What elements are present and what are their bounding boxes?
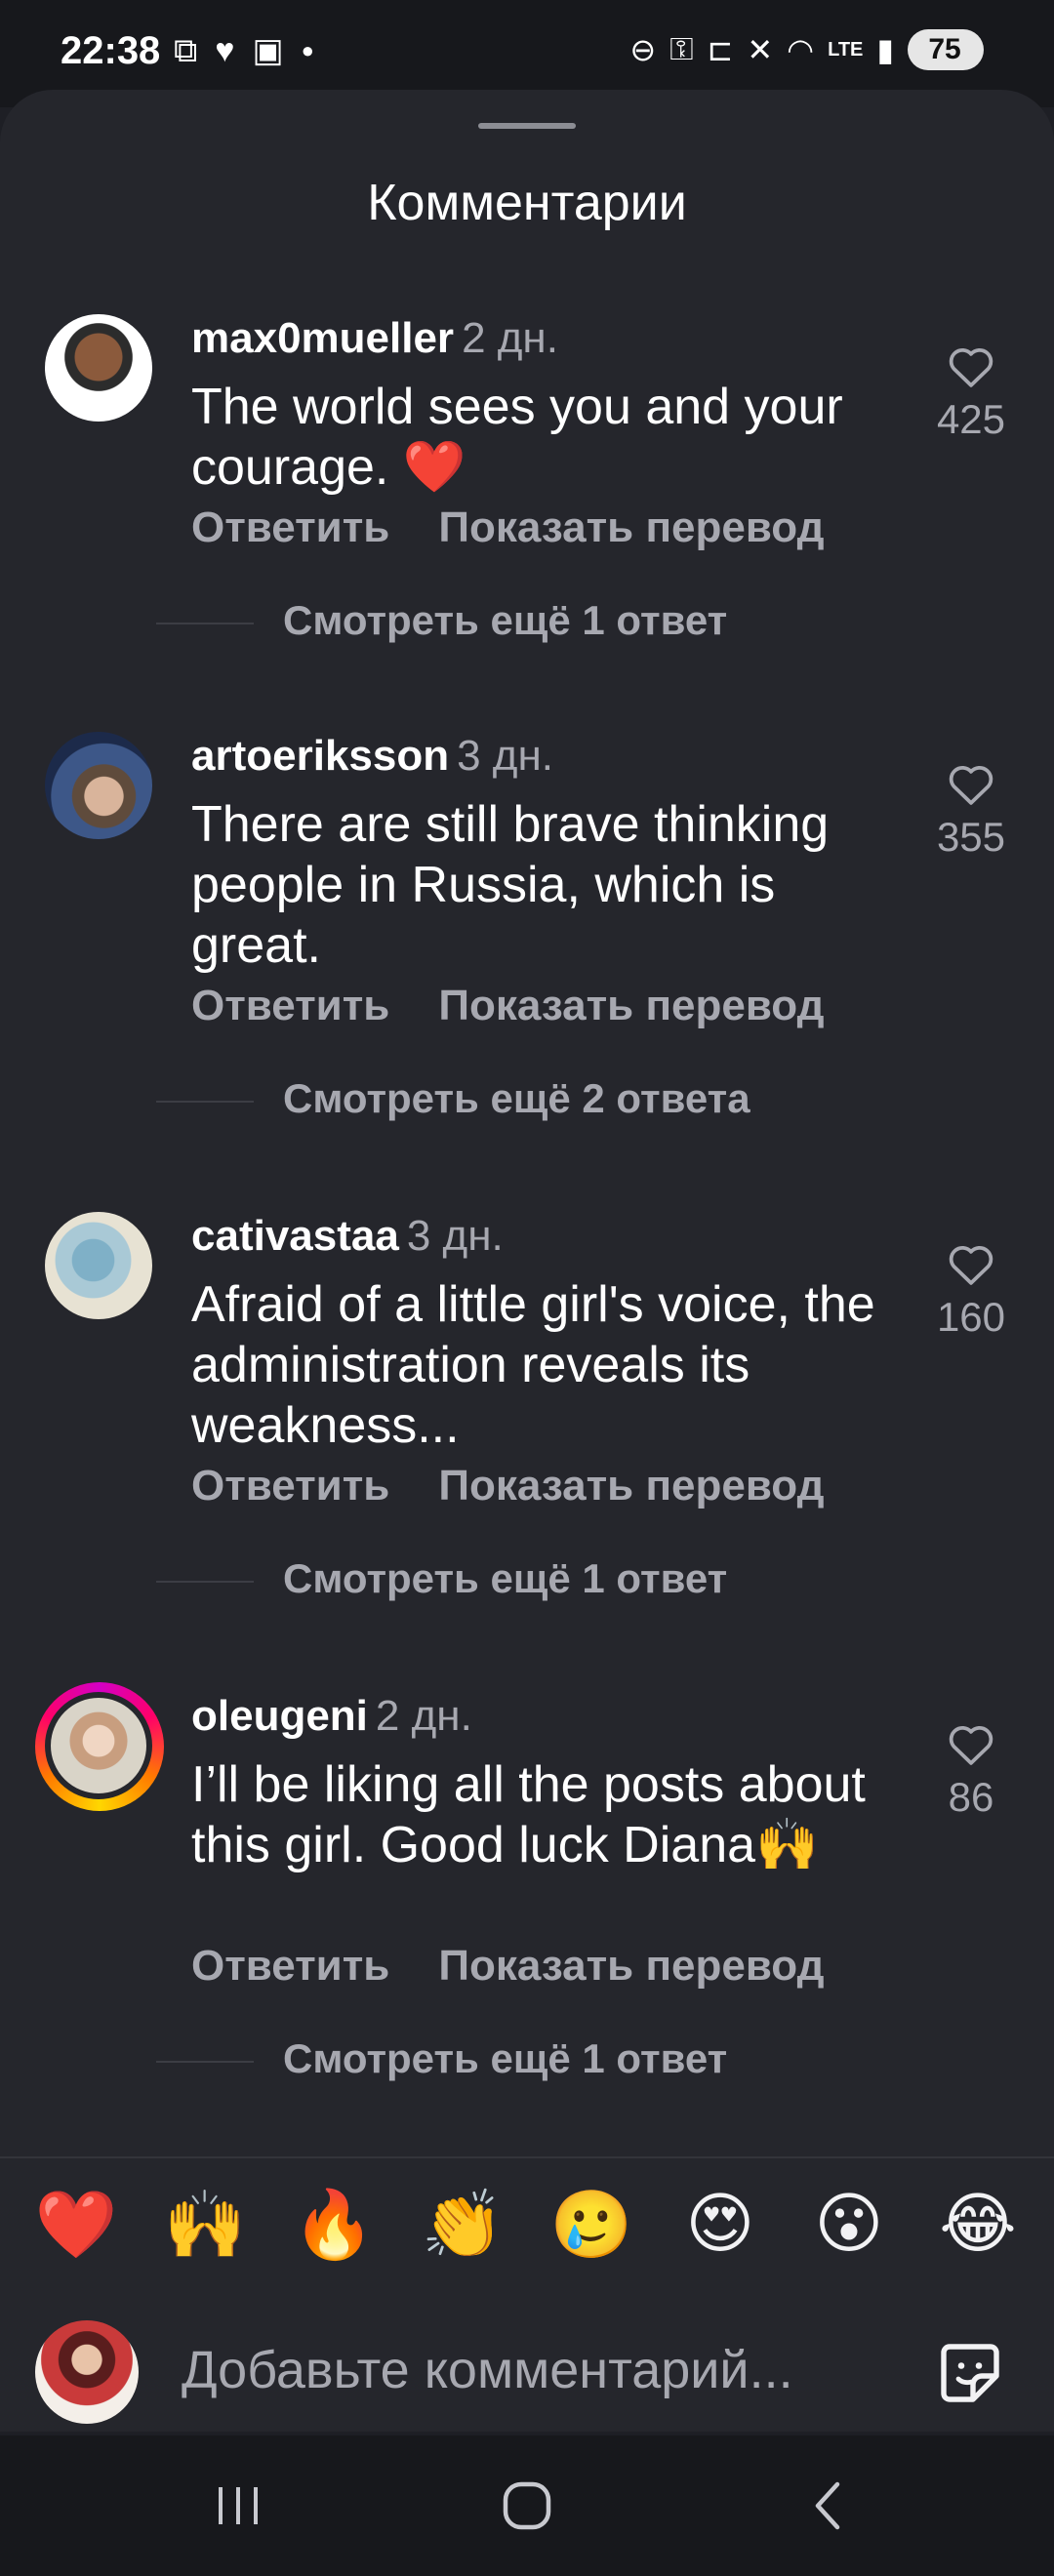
show-translation-button[interactable]: Показать перевод xyxy=(438,982,824,1029)
show-translation-button[interactable]: Показать перевод xyxy=(438,1462,824,1509)
status-time: 22:38 xyxy=(61,29,161,72)
emoji-divider xyxy=(0,2156,1054,2158)
notification-icons: ⧉ ♥ ▣ ● xyxy=(174,31,314,70)
comment-username[interactable]: artoeriksson xyxy=(191,732,449,780)
show-translation-button[interactable]: Показать перевод xyxy=(438,503,824,551)
reply-button[interactable]: Ответить xyxy=(191,982,389,1029)
home-icon xyxy=(503,2481,551,2530)
like-button[interactable]: 355 xyxy=(917,761,1025,861)
reply-button[interactable]: Ответить xyxy=(191,1942,389,1990)
avatar[interactable] xyxy=(45,314,152,422)
replies-divider xyxy=(156,1581,254,1583)
comment-time: 3 дн. xyxy=(457,732,554,780)
replies-divider xyxy=(156,623,254,624)
comments-sheet: Комментарии max0mueller 2 дн. The world s… xyxy=(0,90,1054,2432)
comment-actions: Ответить Показать перевод xyxy=(191,982,825,1030)
sticker-icon[interactable] xyxy=(935,2338,1005,2408)
key-icon: ⚿ xyxy=(669,31,694,66)
dot-icon: ● xyxy=(301,38,314,62)
like-button[interactable]: 160 xyxy=(917,1241,1025,1341)
comment-header: max0mueller 2 дн. xyxy=(191,314,558,363)
comment-username[interactable]: cativastaa xyxy=(191,1212,399,1260)
comment-text: The world sees you and your courage. ❤️ xyxy=(191,379,843,496)
comment-composer xyxy=(0,2313,1054,2430)
emoji-fire-button[interactable]: 🔥 xyxy=(275,2186,392,2283)
comment-actions: Ответить Показать перевод xyxy=(191,1942,825,1991)
like-count: 355 xyxy=(936,814,1006,860)
avatar[interactable] xyxy=(45,732,152,839)
gallery-icon: ▣ xyxy=(252,32,284,69)
sheet-title: Комментарии xyxy=(367,175,687,231)
view-replies-button[interactable]: Смотреть ещё 1 ответ xyxy=(283,2035,727,2082)
comment-time: 2 дн. xyxy=(462,314,558,362)
avatar[interactable] xyxy=(45,1692,152,1799)
comment-header: oleugeni 2 дн. xyxy=(191,1692,472,1741)
like-button[interactable]: 86 xyxy=(917,1721,1025,1821)
back-button[interactable] xyxy=(779,2475,876,2537)
comment-text: Afraid of a little girl's voice, the adm… xyxy=(191,1276,875,1454)
signal-icon: ▮ xyxy=(876,32,894,67)
home-button[interactable] xyxy=(478,2475,576,2537)
comment-time: 2 дн. xyxy=(375,1692,472,1740)
like-count: 425 xyxy=(936,396,1006,442)
comment-actions: Ответить Показать перевод xyxy=(191,503,825,552)
emoji-heart-button[interactable]: ❤️ xyxy=(18,2186,135,2283)
emoji-quick-bar: ❤️ 🙌 🔥 👏 🥲 😍 😮 😂 xyxy=(0,2186,1054,2283)
emoji-surprised-button[interactable]: 😮 xyxy=(790,2186,908,2283)
comment-text: There are still brave thinking people in… xyxy=(191,796,830,974)
comment-header: cativastaa 3 дн. xyxy=(191,1212,504,1261)
back-icon xyxy=(815,2481,840,2530)
comment-username[interactable]: max0mueller xyxy=(191,314,454,362)
recents-icon xyxy=(219,2487,258,2524)
show-translation-button[interactable]: Показать перевод xyxy=(438,1942,824,1990)
like-count: 160 xyxy=(936,1294,1006,1340)
navigation-bar xyxy=(0,2435,1054,2576)
comment-text: I’ll be liking all the posts about this … xyxy=(191,1756,866,1873)
replies-divider xyxy=(156,2061,254,2063)
wifi-icon: ◠ xyxy=(787,32,815,67)
battery-indicator: 75 xyxy=(908,29,984,70)
heart-notification-icon: ♥ xyxy=(215,31,235,69)
comment-input[interactable] xyxy=(182,2326,884,2414)
heart-icon xyxy=(949,766,993,805)
reply-button[interactable]: Ответить xyxy=(191,503,389,551)
dnd-icon: ⊖ xyxy=(629,32,657,67)
comment-header: artoeriksson 3 дн. xyxy=(191,732,553,781)
my-avatar[interactable] xyxy=(35,2320,139,2424)
like-button[interactable]: 425 xyxy=(917,343,1025,443)
like-count: 86 xyxy=(948,1774,994,1820)
view-replies-button[interactable]: Смотреть ещё 1 ответ xyxy=(283,1555,727,1602)
emoji-raised-hands-button[interactable]: 🙌 xyxy=(146,2186,264,2283)
lte-icon: LTE xyxy=(828,38,864,60)
reply-button[interactable]: Ответить xyxy=(191,1462,389,1509)
heart-icon xyxy=(949,1726,993,1765)
emoji-tear-smile-button[interactable]: 🥲 xyxy=(533,2186,650,2283)
heart-icon xyxy=(949,348,993,387)
recents-button[interactable] xyxy=(189,2475,287,2537)
view-replies-button[interactable]: Смотреть ещё 1 ответ xyxy=(283,597,727,644)
comment-time: 3 дн. xyxy=(406,1212,504,1260)
emoji-laughing-button[interactable]: 😂 xyxy=(919,2186,1036,2283)
screenshot-icon: ⧉ xyxy=(174,31,198,69)
view-replies-button[interactable]: Смотреть ещё 2 ответа xyxy=(283,1075,750,1122)
mute-icon: ✕ xyxy=(747,32,774,67)
sleep-icon: ⊏ xyxy=(707,32,734,67)
avatar[interactable] xyxy=(45,1212,152,1319)
heart-icon xyxy=(949,1246,993,1285)
drag-handle[interactable] xyxy=(478,123,576,129)
emoji-heart-eyes-button[interactable]: 😍 xyxy=(662,2186,779,2283)
comment-actions: Ответить Показать перевод xyxy=(191,1462,825,1510)
system-icons: ⊖ ⚿ ⊏ ✕ ◠ LTE ▮ 75 xyxy=(629,29,984,70)
emoji-clap-button[interactable]: 👏 xyxy=(404,2186,521,2283)
replies-divider xyxy=(156,1101,254,1103)
comment-username[interactable]: oleugeni xyxy=(191,1692,368,1740)
